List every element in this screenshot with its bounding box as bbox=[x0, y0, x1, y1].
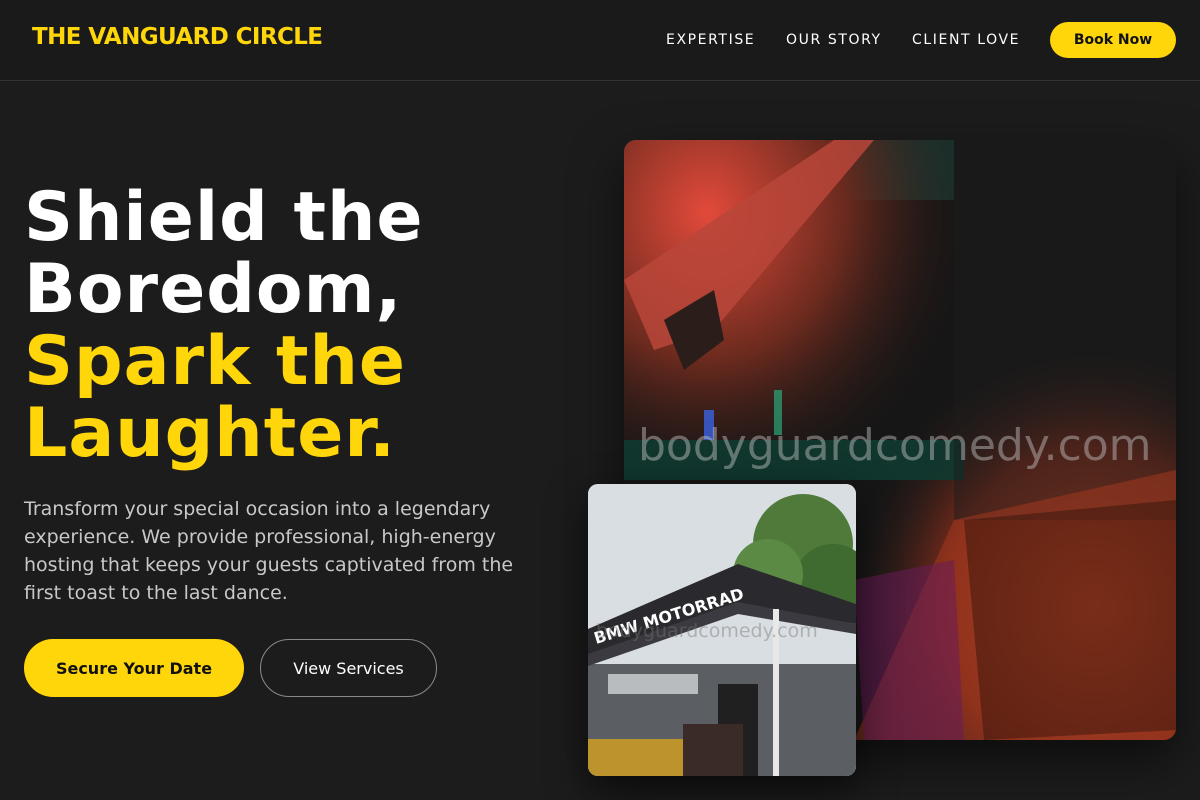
headline-line-1: Shield the bbox=[24, 178, 424, 257]
headline-line-4: Laughter. bbox=[24, 394, 397, 473]
nav-link-our-story[interactable]: OUR STORY bbox=[786, 32, 882, 48]
view-services-button[interactable]: View Services bbox=[260, 639, 437, 697]
headline-line-3: Spark the bbox=[24, 322, 407, 401]
hero-headline: Shield the Boredom, Spark the Laughter. bbox=[24, 182, 424, 470]
nav-link-client-love[interactable]: CLIENT LOVE bbox=[912, 32, 1020, 48]
secure-your-date-button[interactable]: Secure Your Date bbox=[24, 639, 244, 697]
book-now-button[interactable]: Book Now bbox=[1050, 22, 1176, 58]
nav-link-expertise[interactable]: EXPERTISE bbox=[666, 32, 755, 48]
site-logo[interactable]: THE VANGUARD CIRCLE bbox=[32, 24, 323, 50]
site-header: THE VANGUARD CIRCLE EXPERTISE OUR STORY … bbox=[0, 0, 1200, 81]
page: THE VANGUARD CIRCLE EXPERTISE OUR STORY … bbox=[0, 0, 1200, 800]
headline-line-2: Boredom, bbox=[24, 250, 403, 329]
hero-description: Transform your special occasion into a l… bbox=[24, 498, 514, 604]
outdoor-event-image: BMW MOTORRAD bbox=[588, 484, 856, 776]
